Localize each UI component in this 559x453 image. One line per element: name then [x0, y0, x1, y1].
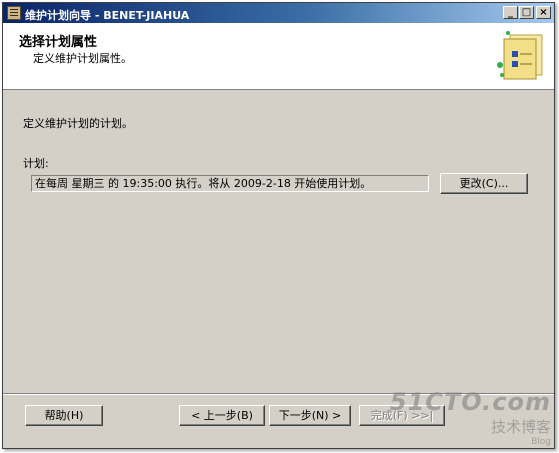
instruction-text: 定义维护计划的计划。 [23, 117, 133, 130]
footer-separator [3, 393, 554, 395]
change-schedule-button[interactable]: 更改(C)... [440, 173, 528, 194]
page-subtitle: 定义维护计划属性。 [33, 52, 132, 65]
finish-button[interactable]: 完成(F) >>| [359, 405, 445, 426]
wizard-graphic-icon [497, 31, 543, 80]
help-button[interactable]: 帮助(H) [25, 405, 103, 426]
window-title: 维护计划向导 - BENET-JIAHUA [25, 9, 190, 22]
close-button[interactable]: × [536, 6, 551, 19]
maximize-button[interactable]: □ [519, 6, 534, 19]
title-bar[interactable]: 维护计划向导 - BENET-JIAHUA _ □ × [3, 3, 554, 23]
schedule-label: 计划: [23, 157, 49, 170]
schedule-description-field: 在每周 星期三 的 19:35:00 执行。将从 2009-2-18 开始使用计… [31, 175, 429, 192]
page-title: 选择计划属性 [19, 35, 98, 50]
next-button[interactable]: 下一步(N) > [269, 405, 351, 426]
wizard-header: 选择计划属性 定义维护计划属性。 [3, 23, 554, 90]
minimize-button[interactable]: _ [503, 6, 518, 19]
app-icon [7, 6, 21, 20]
maintenance-plan-wizard-window: 维护计划向导 - BENET-JIAHUA _ □ × 选择计划属性 定义维护计… [2, 2, 555, 449]
back-button[interactable]: < 上一步(B) [179, 405, 265, 426]
